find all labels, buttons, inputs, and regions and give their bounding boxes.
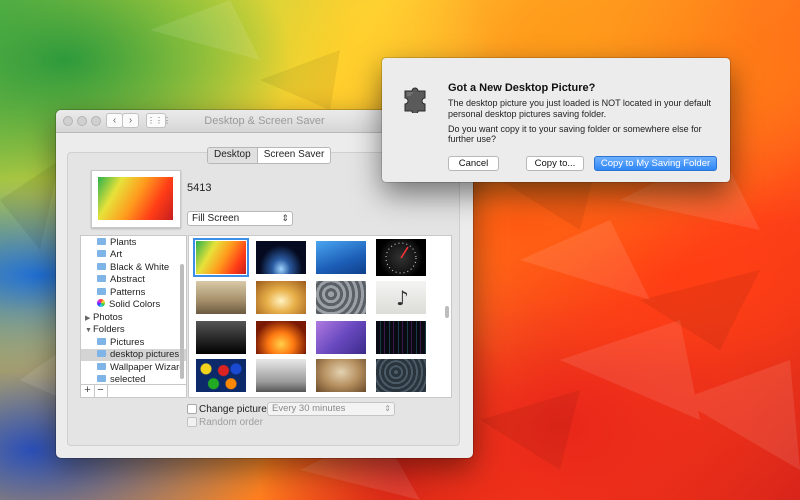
thumbnail-water-drops[interactable] [376, 359, 426, 392]
new-desktop-picture-alert: Got a New Desktop Picture? The desktop p… [382, 58, 730, 182]
thumbnail-statue-liberty[interactable] [256, 359, 306, 392]
thumbnail-planet-horizon[interactable] [256, 241, 306, 274]
folder-icon [97, 337, 106, 345]
change-picture-checkbox[interactable] [187, 404, 197, 414]
color-wheel-icon [97, 299, 105, 308]
folder-icon [97, 362, 106, 370]
source-item-black-white[interactable]: Black & White [81, 262, 186, 274]
source-item-wallpaper-wizard[interactable]: Wallpaper Wizard [81, 362, 186, 374]
thumbnail-speedometer[interactable] [376, 239, 426, 276]
alert-title: Got a New Desktop Picture? [448, 82, 596, 94]
thumbnail-bw-bird[interactable] [196, 321, 246, 354]
source-item-desktop-pictures[interactable]: desktop pictures [81, 349, 186, 361]
updown-chevron-icon: ⇕ [281, 213, 289, 223]
folder-icon [97, 237, 106, 245]
alert-message: The desktop picture you just loaded is N… [448, 98, 711, 119]
random-order-label: Random order [199, 417, 263, 428]
picture-grid-scrollbar[interactable] [445, 306, 449, 318]
thumbnail-pebbles[interactable] [316, 281, 366, 314]
picture-name: 5413 [187, 182, 212, 194]
tab-desktop[interactable]: Desktop [208, 148, 258, 163]
source-label: Black & White [110, 262, 170, 273]
source-label: Patterns [110, 287, 146, 298]
source-label: Plants [110, 237, 137, 248]
thumbnail-fire[interactable] [256, 321, 306, 354]
source-label: Abstract [110, 274, 145, 285]
source-label: Photos [93, 312, 123, 323]
fill-mode-value: Fill Screen [192, 213, 240, 224]
remove-folder-button[interactable]: − [94, 385, 108, 397]
thumbnail-golden-figure[interactable] [256, 281, 306, 314]
source-label: desktop pictures [110, 349, 180, 360]
source-label: Folders [93, 324, 125, 335]
cancel-button[interactable]: Cancel [448, 156, 499, 171]
thumbnail-origami[interactable] [193, 238, 249, 277]
folder-icon [97, 249, 106, 257]
source-item-solid-colors[interactable]: Solid Colors [81, 299, 186, 311]
source-group-photos[interactable]: ▶ Photos [81, 312, 186, 324]
desktop-panel: 5413 Fill Screen ⇕ Plants Art Black & Wh… [67, 152, 460, 446]
current-picture-preview [91, 170, 181, 228]
copy-to-saving-folder-button[interactable]: Copy to My Saving Folder [594, 156, 717, 171]
music-note-icon: ♪ [396, 286, 409, 310]
tab-bar: Desktop Screen Saver [207, 147, 332, 164]
folder-icon [97, 262, 106, 270]
picture-grid[interactable]: ♪ [188, 235, 452, 398]
alert-question: Do you want copy it to your saving folde… [448, 124, 702, 144]
copy-to-button[interactable]: Copy to... [526, 156, 584, 171]
random-order-checkbox[interactable] [187, 417, 197, 427]
source-label: Wallpaper Wizard [110, 362, 185, 373]
thumbnail-dark-lights[interactable] [376, 321, 426, 354]
source-label: Pictures [110, 337, 145, 348]
change-interval-select[interactable]: Every 30 minutes ⇕ [267, 402, 395, 416]
source-item-plants[interactable]: Plants [81, 237, 186, 249]
thumbnail-blue-wave[interactable] [316, 241, 366, 274]
source-label: selected [110, 374, 146, 385]
folder-icon [97, 287, 106, 295]
source-list[interactable]: Plants Art Black & White Abstract Patter… [80, 235, 187, 385]
source-item-art[interactable]: Art [81, 249, 186, 261]
disclosure-down-icon[interactable]: ▼ [85, 325, 92, 337]
thumbnail-purple-haze[interactable] [316, 321, 366, 354]
source-list-footer: + − [80, 385, 187, 398]
updown-chevron-icon: ⇕ [384, 404, 391, 413]
folder-icon [97, 374, 106, 382]
add-folder-button[interactable]: + [81, 385, 95, 397]
source-list-scrollbar[interactable] [180, 264, 184, 379]
change-interval-value: Every 30 minutes [272, 403, 346, 414]
thumbnail-billiard-balls[interactable] [196, 359, 246, 392]
folder-icon [97, 274, 106, 282]
source-group-folders[interactable]: ▼Folders [81, 324, 186, 336]
fill-mode-select[interactable]: Fill Screen ⇕ [187, 211, 293, 226]
thumbnail-birds-sepia[interactable] [196, 281, 246, 314]
source-item-patterns[interactable]: Patterns [81, 287, 186, 299]
change-picture-label: Change picture: [199, 404, 270, 415]
source-label: Art [110, 249, 123, 260]
source-label: Solid Colors [109, 299, 161, 310]
svg-text:♪: ♪ [396, 286, 409, 310]
puzzle-piece-icon [404, 87, 426, 113]
gauge-graphic [385, 242, 417, 274]
tab-screen-saver[interactable]: Screen Saver [258, 148, 331, 163]
folder-icon [97, 349, 106, 357]
source-item-abstract[interactable]: Abstract [81, 274, 186, 286]
preview-image [98, 177, 173, 220]
thumbnail-umbrella[interactable] [316, 359, 366, 392]
source-item-pictures[interactable]: Pictures [81, 337, 186, 349]
thumbnail-music-note[interactable]: ♪ [376, 281, 426, 314]
